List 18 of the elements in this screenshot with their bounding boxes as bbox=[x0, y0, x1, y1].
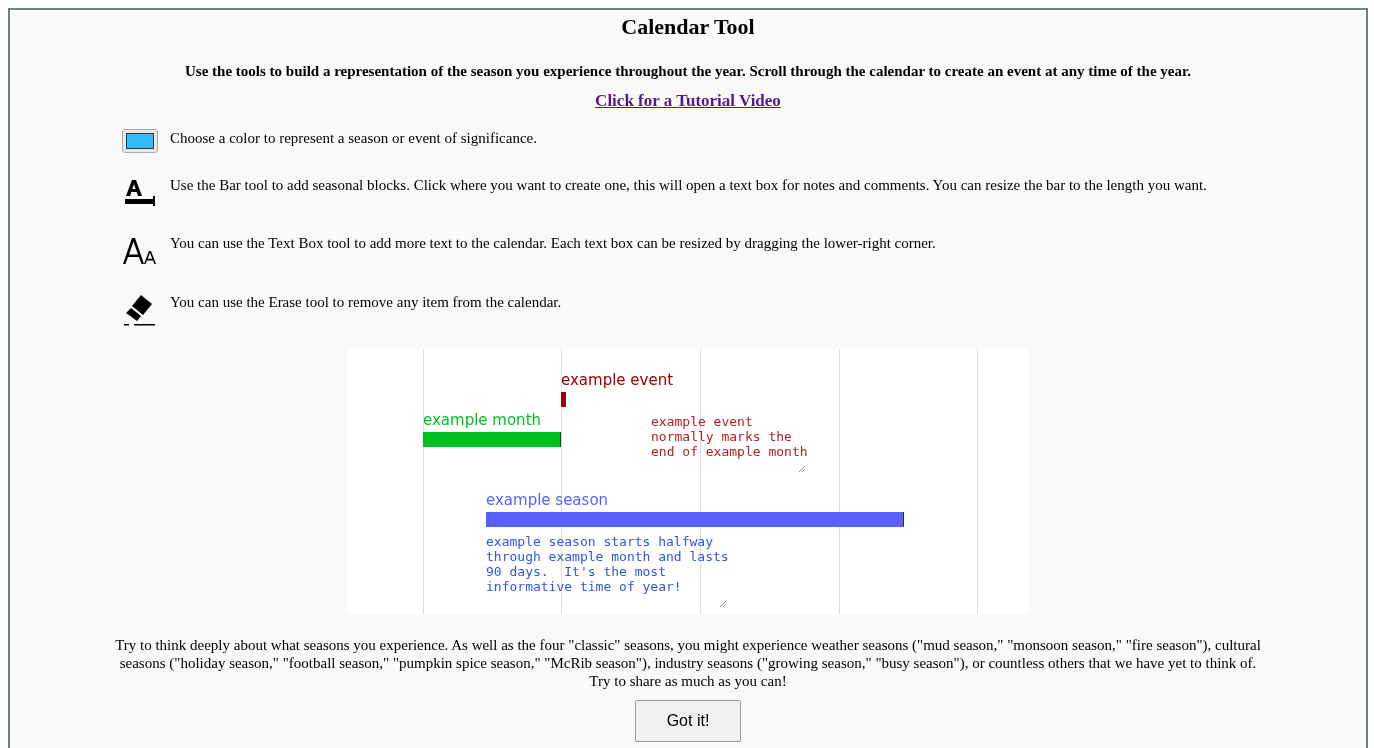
calendar-bar[interactable] bbox=[561, 392, 566, 407]
bar-label: example month bbox=[423, 411, 541, 429]
instructions-text: Use the tools to build a representation of the season you experience throughout the year. Scroll through the calendar to create an event at any time of the year. bbox=[184, 63, 1191, 80]
tool-description: You can use the Text Box tool to add more text to the calendar. Each text box can be resized by dragging the lower-right corner. bbox=[170, 234, 936, 253]
bar-label: example season bbox=[486, 491, 609, 509]
tool-description: You can use the Erase tool to remove any item from the calendar. bbox=[170, 293, 562, 312]
tool-description: Choose a color to represent a season or event of significance. bbox=[170, 129, 537, 148]
eraser-icon[interactable] bbox=[123, 293, 157, 327]
got-it-button[interactable]: Got it! bbox=[635, 700, 741, 742]
tutorial-link[interactable]: Click for a Tutorial Video bbox=[595, 91, 781, 111]
resize-handle-icon[interactable] bbox=[718, 600, 727, 608]
resize-handle-icon[interactable] bbox=[797, 465, 806, 473]
bar-label: example event bbox=[561, 371, 674, 389]
tool-description: Use the Bar tool to add seasonal blocks. Click where you want to create one, this will open a text box for notes and comments. You can resize the bar to the length you want. bbox=[170, 176, 1207, 195]
page-title: Calendar Tool bbox=[621, 14, 755, 40]
note-text-box[interactable]: example event normally marks the end of example month bbox=[651, 414, 808, 459]
note-text-box[interactable]: example season starts halfway through example month and lasts 90 days. It's the most informative time of year! bbox=[486, 534, 729, 594]
closing-paragraph: Try to think deeply about what seasons you experience. As well as the four "classic" seasons, you might experience weather seasons ("mud season," "monsoon season," "fire season"), cultural seasons ("holiday season," "football season," "pumpkin spice season," "McRib season"), industry seasons ("growing season," "busy season"), or countless others that we have yet to think of. Try to share as much as you can! bbox=[114, 636, 1262, 690]
